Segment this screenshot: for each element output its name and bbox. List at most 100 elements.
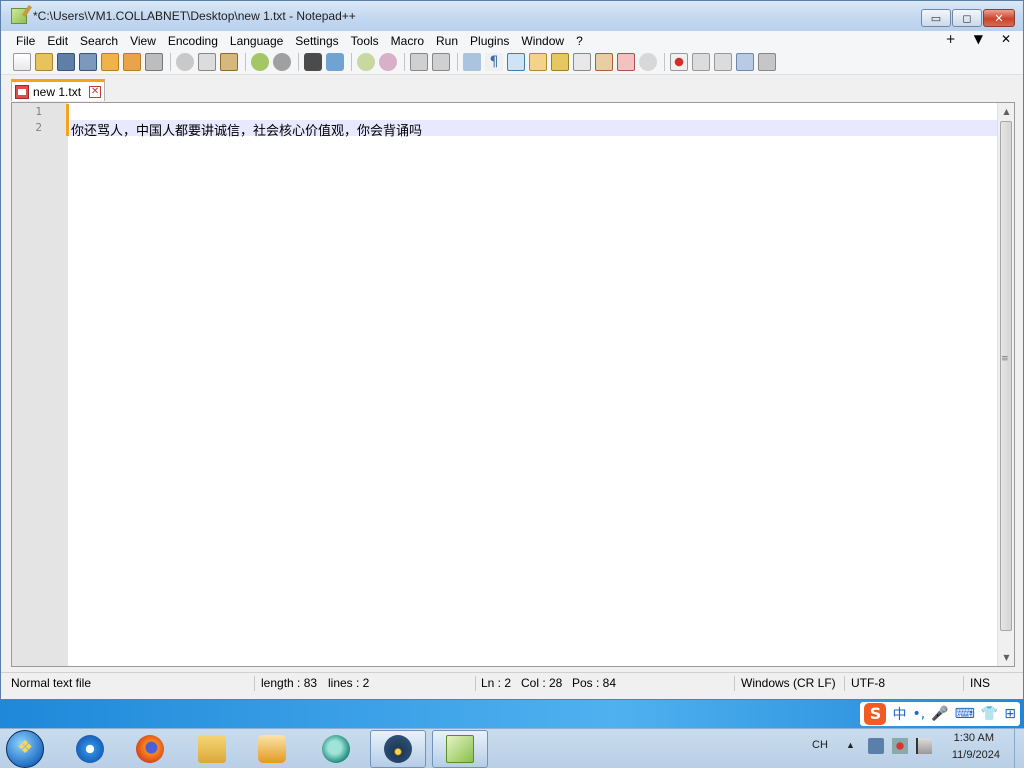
sogou-logo-icon[interactable]: S [864,703,887,725]
tab-new-1[interactable]: new 1.txt ✕ [11,79,105,101]
menu-help[interactable]: ? [570,34,589,48]
status-eol[interactable]: Windows (CR LF) [741,676,836,690]
open-file-icon[interactable] [35,53,53,71]
document-map-icon[interactable] [551,53,569,71]
menu-window[interactable]: Window [515,34,570,48]
ime-keyboard-icon[interactable]: ⌨ [955,706,975,722]
menu-language[interactable]: Language [224,34,289,48]
ime-toolbar[interactable]: S 中 •, 🎤 ⌨ 👕 ⊞ [860,702,1020,726]
language-indicator[interactable]: CH [812,739,828,751]
notepadpp-taskbar-icon[interactable] [432,730,488,768]
robot-app-icon[interactable] [370,730,426,768]
minimize-button[interactable]: ▭ [921,9,951,27]
eye-icon[interactable] [639,53,657,71]
line-number-gutter: 1 2 [12,103,68,666]
status-ln: Ln : 2 [481,676,512,690]
app-round-icon[interactable] [308,730,364,768]
taskbar: S 中 •, 🎤 ⌨ 👕 ⊞ CH ▲ 1:30 AM 11/9/20 [0,700,1024,768]
save-icon[interactable] [57,53,75,71]
text-line-2[interactable]: 你还骂人，中国人都要讲诚信，社会核心价值观，你会背诵吗 [71,120,422,139]
vertical-scrollbar[interactable]: ▲ ≡ ▼ [997,103,1014,666]
toolbar-separator [170,53,171,71]
stop-record-icon[interactable] [692,53,710,71]
text-content[interactable]: 你还骂人，中国人都要讲诚信，社会核心价值观，你会背诵吗 [70,103,998,666]
show-all-chars-icon[interactable]: ¶ [485,53,503,71]
file-explorer-icon[interactable] [184,730,240,768]
menu-edit[interactable]: Edit [41,34,74,48]
run-macro-multiple-icon[interactable] [736,53,754,71]
show-hidden-icons-icon[interactable]: ▲ [846,740,855,750]
clock-time[interactable]: 1:30 AM [954,732,994,744]
status-insert-mode[interactable]: INS [970,676,990,690]
copy-icon[interactable] [198,53,216,71]
tab-label: new 1.txt [33,84,82,99]
save-all-icon[interactable] [79,53,97,71]
indent-guide-icon[interactable] [507,53,525,71]
word-wrap-icon[interactable] [463,53,481,71]
start-button[interactable] [6,730,44,768]
menu-search[interactable]: Search [74,34,124,48]
paste-icon[interactable] [220,53,238,71]
menu-tools[interactable]: Tools [345,34,385,48]
line-number: 2 [35,121,42,134]
zoom-in-icon[interactable] [357,53,375,71]
menu-settings[interactable]: Settings [289,34,344,48]
scroll-thumb[interactable] [1000,121,1012,631]
menu-run[interactable]: Run [430,34,464,48]
ime-skin-icon[interactable]: 👕 [981,706,998,722]
playback-icon[interactable] [714,53,732,71]
status-encoding[interactable]: UTF-8 [851,676,885,690]
record-macro-icon[interactable] [670,53,688,71]
find-icon[interactable] [304,53,322,71]
menu-view[interactable]: View [124,34,162,48]
close-icon[interactable] [101,53,119,71]
menu-encoding[interactable]: Encoding [162,34,224,48]
clock-date[interactable]: 11/9/2024 [952,749,1000,761]
user-language-icon[interactable] [529,53,547,71]
editor-area[interactable]: 1 2 你还骂人，中国人都要讲诚信，社会核心价值观，你会背诵吗 ▲ ≡ ▼ [11,102,1015,667]
toolbar-separator [351,53,352,71]
show-desktop-button[interactable] [1014,728,1024,768]
ime-punctuation-icon[interactable]: •, [912,706,925,722]
action-center-flag-icon[interactable] [916,738,932,754]
replace-icon[interactable] [326,53,344,71]
redo-icon[interactable] [273,53,291,71]
sync-horizontal-icon[interactable] [432,53,450,71]
zoom-out-icon[interactable] [379,53,397,71]
device-icon[interactable] [868,738,884,754]
new-tab-button[interactable]: + [946,32,956,46]
ime-voice-icon[interactable]: 🎤 [931,706,948,722]
scroll-down-icon[interactable]: ▼ [998,649,1015,666]
menu-macro[interactable]: Macro [385,34,430,48]
function-list-icon[interactable] [573,53,591,71]
notepadpp-icon [11,8,27,24]
close-doc-button[interactable]: ✕ [1001,32,1011,46]
menu-plugins[interactable]: Plugins [464,34,515,48]
internet-explorer-icon[interactable] [62,730,118,768]
close-button[interactable]: ✕ [983,9,1015,27]
scroll-up-icon[interactable]: ▲ [998,103,1015,120]
print-icon[interactable] [145,53,163,71]
monitoring-icon[interactable] [617,53,635,71]
menu-file[interactable]: File [10,34,41,48]
folder-as-workspace-icon[interactable] [595,53,613,71]
volume-muted-icon[interactable] [892,738,908,754]
title-bar[interactable]: *C:\Users\VM1.COLLABNET\Desktop\new 1.tx… [1,1,1023,31]
undo-icon[interactable] [251,53,269,71]
firefox-icon[interactable] [122,730,178,768]
ime-toolbox-icon[interactable]: ⊞ [1004,706,1016,722]
cut-icon[interactable] [176,53,194,71]
tab-list-button[interactable]: ▼ [974,32,983,46]
close-all-icon[interactable] [123,53,141,71]
tab-close-icon[interactable]: ✕ [89,85,102,98]
new-file-icon[interactable] [13,53,31,71]
status-divider [844,676,845,691]
status-bar: Normal text file length : 83 lines : 2 L… [1,672,1023,694]
ime-chinese-mode[interactable]: 中 [892,704,906,724]
sync-vertical-icon[interactable] [410,53,428,71]
maximize-button[interactable]: ◻ [952,9,982,27]
line-number: 1 [35,105,42,118]
media-player-icon[interactable] [244,730,300,768]
save-macro-icon[interactable] [758,53,776,71]
toolbar-separator [457,53,458,71]
